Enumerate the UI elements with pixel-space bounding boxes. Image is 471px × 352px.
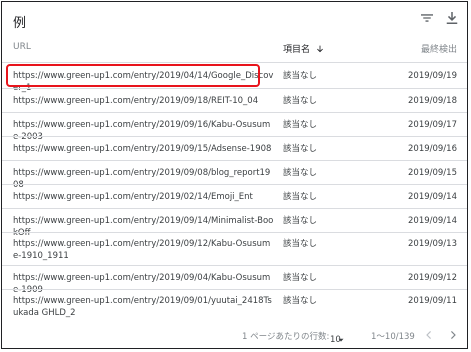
row-status: 該当なし <box>283 96 318 106</box>
row-status: 該当なし <box>283 273 318 283</box>
table-title: 例 <box>13 16 27 31</box>
row-url: https://www.green-up1.com/entry/2019/09/… <box>13 96 259 106</box>
sort-arrow-down-icon <box>315 44 325 57</box>
next-page-icon[interactable] <box>446 328 460 342</box>
row-date: 2019/09/16 <box>408 144 457 154</box>
row-status: 該当なし <box>283 296 318 306</box>
row-status: 該当なし <box>283 120 318 130</box>
row-date: 2019/09/15 <box>408 168 457 178</box>
table-row[interactable]: https://www.green-up1.com/entry/2019/09/… <box>2 232 467 265</box>
previous-page-icon[interactable] <box>422 328 436 342</box>
row-status: 該当なし <box>283 239 318 249</box>
row-status: 該当なし <box>283 216 318 226</box>
row-status: 該当なし <box>283 144 318 154</box>
column-header-last-crawled: 最終検出 <box>420 45 457 55</box>
table-card: 例 URL 項目名 最終検出 https://www.green-up1.com… <box>1 1 468 349</box>
table-row[interactable]: https://www.green-up1.com/entry/2019/09/… <box>2 289 467 324</box>
row-date: 2019/09/18 <box>408 96 457 106</box>
rows-per-page-label: 1 ページあたりの行数: <box>242 332 330 342</box>
row-date: 2019/09/13 <box>408 239 457 249</box>
table-row[interactable]: https://www.green-up1.com/entry/2019/09/… <box>2 136 467 160</box>
row-date: 2019/09/19 <box>408 71 457 81</box>
row-date: 2019/09/14 <box>408 192 457 202</box>
download-icon[interactable] <box>443 9 461 27</box>
dropdown-arrow-icon <box>336 335 346 348</box>
table-row[interactable]: https://www.green-up1.com/entry/2019/09/… <box>2 112 467 142</box>
row-date: 2019/09/11 <box>408 296 457 306</box>
column-header-status[interactable]: 項目名 <box>283 42 325 57</box>
table-row[interactable]: https://www.green-up1.com/entry/2019/09/… <box>2 160 467 190</box>
table-row[interactable]: https://www.green-up1.com/entry/2019/09/… <box>2 208 467 238</box>
table-row[interactable]: https://www.green-up1.com/entry/2019/02/… <box>2 184 467 208</box>
row-date: 2019/09/17 <box>408 120 457 130</box>
filter-icon[interactable] <box>418 9 436 27</box>
table-row[interactable]: https://www.green-up1.com/entry/2019/04/… <box>2 62 467 93</box>
row-url: https://www.green-up1.com/entry/2019/09/… <box>13 296 272 318</box>
column-header-status-label: 項目名 <box>283 45 311 55</box>
table-row[interactable]: https://www.green-up1.com/entry/2019/09/… <box>2 88 467 112</box>
row-status: 該当なし <box>283 192 318 202</box>
row-status: 該当なし <box>283 168 318 178</box>
row-url: https://www.green-up1.com/entry/2019/09/… <box>13 239 271 261</box>
page-range: 1〜10/139 <box>371 332 415 342</box>
row-date: 2019/09/12 <box>408 273 457 283</box>
row-url: https://www.green-up1.com/entry/2019/02/… <box>13 192 253 202</box>
column-header-url: URL <box>13 42 31 52</box>
row-url: https://www.green-up1.com/entry/2019/09/… <box>13 144 272 154</box>
row-status: 該当なし <box>283 71 318 81</box>
table-row[interactable]: https://www.green-up1.com/entry/2019/09/… <box>2 265 467 295</box>
pagination-bar: 1 ページあたりの行数: 10 1〜10/139 <box>2 325 467 345</box>
row-date: 2019/09/14 <box>408 216 457 226</box>
